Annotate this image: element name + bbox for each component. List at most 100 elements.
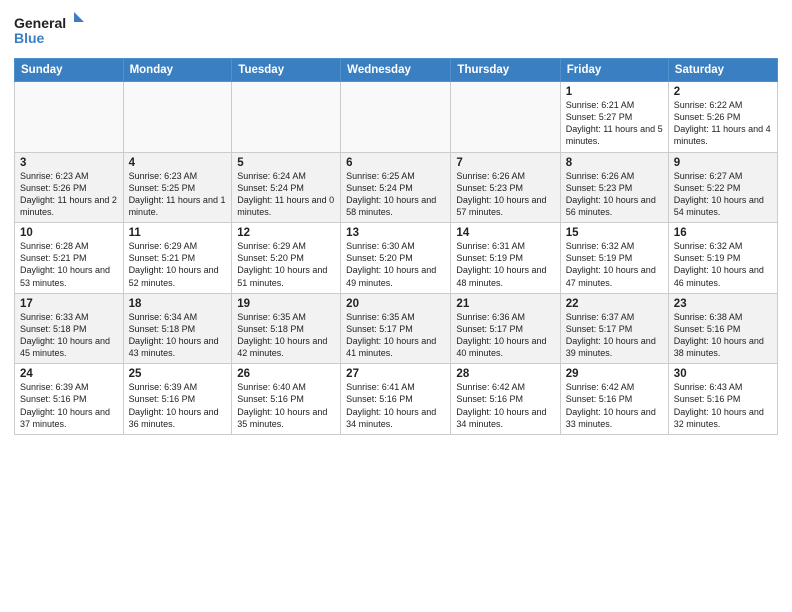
- day-number: 6: [346, 157, 445, 169]
- day-info: Sunrise: 6:39 AM Sunset: 5:16 PM Dayligh…: [129, 381, 227, 430]
- calendar-week-row: 17Sunrise: 6:33 AM Sunset: 5:18 PM Dayli…: [15, 293, 778, 364]
- calendar-day-19: 19Sunrise: 6:35 AM Sunset: 5:18 PM Dayli…: [232, 293, 341, 364]
- weekday-header-wednesday: Wednesday: [341, 59, 451, 82]
- day-number: 10: [20, 227, 118, 239]
- day-number: 13: [346, 227, 445, 239]
- calendar-day-empty: [15, 82, 124, 153]
- day-info: Sunrise: 6:26 AM Sunset: 5:23 PM Dayligh…: [456, 170, 554, 219]
- day-info: Sunrise: 6:35 AM Sunset: 5:17 PM Dayligh…: [346, 311, 445, 360]
- logo: General Blue: [14, 10, 84, 50]
- day-number: 4: [129, 157, 227, 169]
- calendar-day-28: 28Sunrise: 6:42 AM Sunset: 5:16 PM Dayli…: [451, 364, 560, 435]
- day-info: Sunrise: 6:30 AM Sunset: 5:20 PM Dayligh…: [346, 240, 445, 289]
- day-number: 24: [20, 368, 118, 380]
- svg-text:Blue: Blue: [14, 30, 45, 46]
- day-info: Sunrise: 6:24 AM Sunset: 5:24 PM Dayligh…: [237, 170, 335, 219]
- day-number: 19: [237, 298, 335, 310]
- day-info: Sunrise: 6:29 AM Sunset: 5:21 PM Dayligh…: [129, 240, 227, 289]
- day-info: Sunrise: 6:34 AM Sunset: 5:18 PM Dayligh…: [129, 311, 227, 360]
- calendar-day-13: 13Sunrise: 6:30 AM Sunset: 5:20 PM Dayli…: [341, 223, 451, 294]
- weekday-header-monday: Monday: [123, 59, 232, 82]
- day-number: 28: [456, 368, 554, 380]
- calendar-day-17: 17Sunrise: 6:33 AM Sunset: 5:18 PM Dayli…: [15, 293, 124, 364]
- day-info: Sunrise: 6:32 AM Sunset: 5:19 PM Dayligh…: [566, 240, 663, 289]
- weekday-header-row: SundayMondayTuesdayWednesdayThursdayFrid…: [15, 59, 778, 82]
- svg-text:General: General: [14, 15, 66, 31]
- weekday-header-friday: Friday: [560, 59, 668, 82]
- day-number: 2: [674, 86, 772, 98]
- day-info: Sunrise: 6:26 AM Sunset: 5:23 PM Dayligh…: [566, 170, 663, 219]
- calendar-day-empty: [341, 82, 451, 153]
- day-info: Sunrise: 6:23 AM Sunset: 5:26 PM Dayligh…: [20, 170, 118, 219]
- day-number: 21: [456, 298, 554, 310]
- calendar-week-row: 10Sunrise: 6:28 AM Sunset: 5:21 PM Dayli…: [15, 223, 778, 294]
- calendar-day-5: 5Sunrise: 6:24 AM Sunset: 5:24 PM Daylig…: [232, 152, 341, 223]
- calendar-day-15: 15Sunrise: 6:32 AM Sunset: 5:19 PM Dayli…: [560, 223, 668, 294]
- calendar-day-23: 23Sunrise: 6:38 AM Sunset: 5:16 PM Dayli…: [668, 293, 777, 364]
- day-info: Sunrise: 6:42 AM Sunset: 5:16 PM Dayligh…: [566, 381, 663, 430]
- day-number: 3: [20, 157, 118, 169]
- calendar-day-20: 20Sunrise: 6:35 AM Sunset: 5:17 PM Dayli…: [341, 293, 451, 364]
- day-info: Sunrise: 6:35 AM Sunset: 5:18 PM Dayligh…: [237, 311, 335, 360]
- day-number: 25: [129, 368, 227, 380]
- calendar-day-14: 14Sunrise: 6:31 AM Sunset: 5:19 PM Dayli…: [451, 223, 560, 294]
- day-number: 11: [129, 227, 227, 239]
- day-info: Sunrise: 6:32 AM Sunset: 5:19 PM Dayligh…: [674, 240, 772, 289]
- day-info: Sunrise: 6:25 AM Sunset: 5:24 PM Dayligh…: [346, 170, 445, 219]
- day-info: Sunrise: 6:40 AM Sunset: 5:16 PM Dayligh…: [237, 381, 335, 430]
- calendar-day-empty: [232, 82, 341, 153]
- calendar-day-empty: [123, 82, 232, 153]
- day-info: Sunrise: 6:33 AM Sunset: 5:18 PM Dayligh…: [20, 311, 118, 360]
- day-info: Sunrise: 6:36 AM Sunset: 5:17 PM Dayligh…: [456, 311, 554, 360]
- calendar-day-3: 3Sunrise: 6:23 AM Sunset: 5:26 PM Daylig…: [15, 152, 124, 223]
- calendar: SundayMondayTuesdayWednesdayThursdayFrid…: [14, 58, 778, 435]
- day-info: Sunrise: 6:41 AM Sunset: 5:16 PM Dayligh…: [346, 381, 445, 430]
- day-number: 12: [237, 227, 335, 239]
- day-number: 5: [237, 157, 335, 169]
- weekday-header-saturday: Saturday: [668, 59, 777, 82]
- weekday-header-thursday: Thursday: [451, 59, 560, 82]
- day-info: Sunrise: 6:39 AM Sunset: 5:16 PM Dayligh…: [20, 381, 118, 430]
- day-number: 18: [129, 298, 227, 310]
- day-number: 1: [566, 86, 663, 98]
- day-info: Sunrise: 6:31 AM Sunset: 5:19 PM Dayligh…: [456, 240, 554, 289]
- calendar-day-21: 21Sunrise: 6:36 AM Sunset: 5:17 PM Dayli…: [451, 293, 560, 364]
- calendar-day-25: 25Sunrise: 6:39 AM Sunset: 5:16 PM Dayli…: [123, 364, 232, 435]
- calendar-day-12: 12Sunrise: 6:29 AM Sunset: 5:20 PM Dayli…: [232, 223, 341, 294]
- weekday-header-sunday: Sunday: [15, 59, 124, 82]
- day-info: Sunrise: 6:23 AM Sunset: 5:25 PM Dayligh…: [129, 170, 227, 219]
- calendar-week-row: 24Sunrise: 6:39 AM Sunset: 5:16 PM Dayli…: [15, 364, 778, 435]
- calendar-day-8: 8Sunrise: 6:26 AM Sunset: 5:23 PM Daylig…: [560, 152, 668, 223]
- day-info: Sunrise: 6:28 AM Sunset: 5:21 PM Dayligh…: [20, 240, 118, 289]
- calendar-day-9: 9Sunrise: 6:27 AM Sunset: 5:22 PM Daylig…: [668, 152, 777, 223]
- day-number: 27: [346, 368, 445, 380]
- calendar-day-11: 11Sunrise: 6:29 AM Sunset: 5:21 PM Dayli…: [123, 223, 232, 294]
- day-number: 15: [566, 227, 663, 239]
- day-info: Sunrise: 6:22 AM Sunset: 5:26 PM Dayligh…: [674, 99, 772, 148]
- calendar-day-27: 27Sunrise: 6:41 AM Sunset: 5:16 PM Dayli…: [341, 364, 451, 435]
- calendar-day-10: 10Sunrise: 6:28 AM Sunset: 5:21 PM Dayli…: [15, 223, 124, 294]
- calendar-day-26: 26Sunrise: 6:40 AM Sunset: 5:16 PM Dayli…: [232, 364, 341, 435]
- day-info: Sunrise: 6:42 AM Sunset: 5:16 PM Dayligh…: [456, 381, 554, 430]
- calendar-week-row: 3Sunrise: 6:23 AM Sunset: 5:26 PM Daylig…: [15, 152, 778, 223]
- page: General Blue SundayMondayTuesdayWednesda…: [0, 0, 792, 612]
- day-number: 30: [674, 368, 772, 380]
- day-info: Sunrise: 6:37 AM Sunset: 5:17 PM Dayligh…: [566, 311, 663, 360]
- calendar-day-24: 24Sunrise: 6:39 AM Sunset: 5:16 PM Dayli…: [15, 364, 124, 435]
- calendar-day-4: 4Sunrise: 6:23 AM Sunset: 5:25 PM Daylig…: [123, 152, 232, 223]
- day-number: 8: [566, 157, 663, 169]
- day-info: Sunrise: 6:29 AM Sunset: 5:20 PM Dayligh…: [237, 240, 335, 289]
- calendar-day-18: 18Sunrise: 6:34 AM Sunset: 5:18 PM Dayli…: [123, 293, 232, 364]
- calendar-day-29: 29Sunrise: 6:42 AM Sunset: 5:16 PM Dayli…: [560, 364, 668, 435]
- weekday-header-tuesday: Tuesday: [232, 59, 341, 82]
- calendar-day-2: 2Sunrise: 6:22 AM Sunset: 5:26 PM Daylig…: [668, 82, 777, 153]
- calendar-day-6: 6Sunrise: 6:25 AM Sunset: 5:24 PM Daylig…: [341, 152, 451, 223]
- day-number: 7: [456, 157, 554, 169]
- day-number: 26: [237, 368, 335, 380]
- day-number: 20: [346, 298, 445, 310]
- calendar-day-22: 22Sunrise: 6:37 AM Sunset: 5:17 PM Dayli…: [560, 293, 668, 364]
- header: General Blue: [14, 10, 778, 50]
- day-info: Sunrise: 6:43 AM Sunset: 5:16 PM Dayligh…: [674, 381, 772, 430]
- calendar-week-row: 1Sunrise: 6:21 AM Sunset: 5:27 PM Daylig…: [15, 82, 778, 153]
- day-number: 9: [674, 157, 772, 169]
